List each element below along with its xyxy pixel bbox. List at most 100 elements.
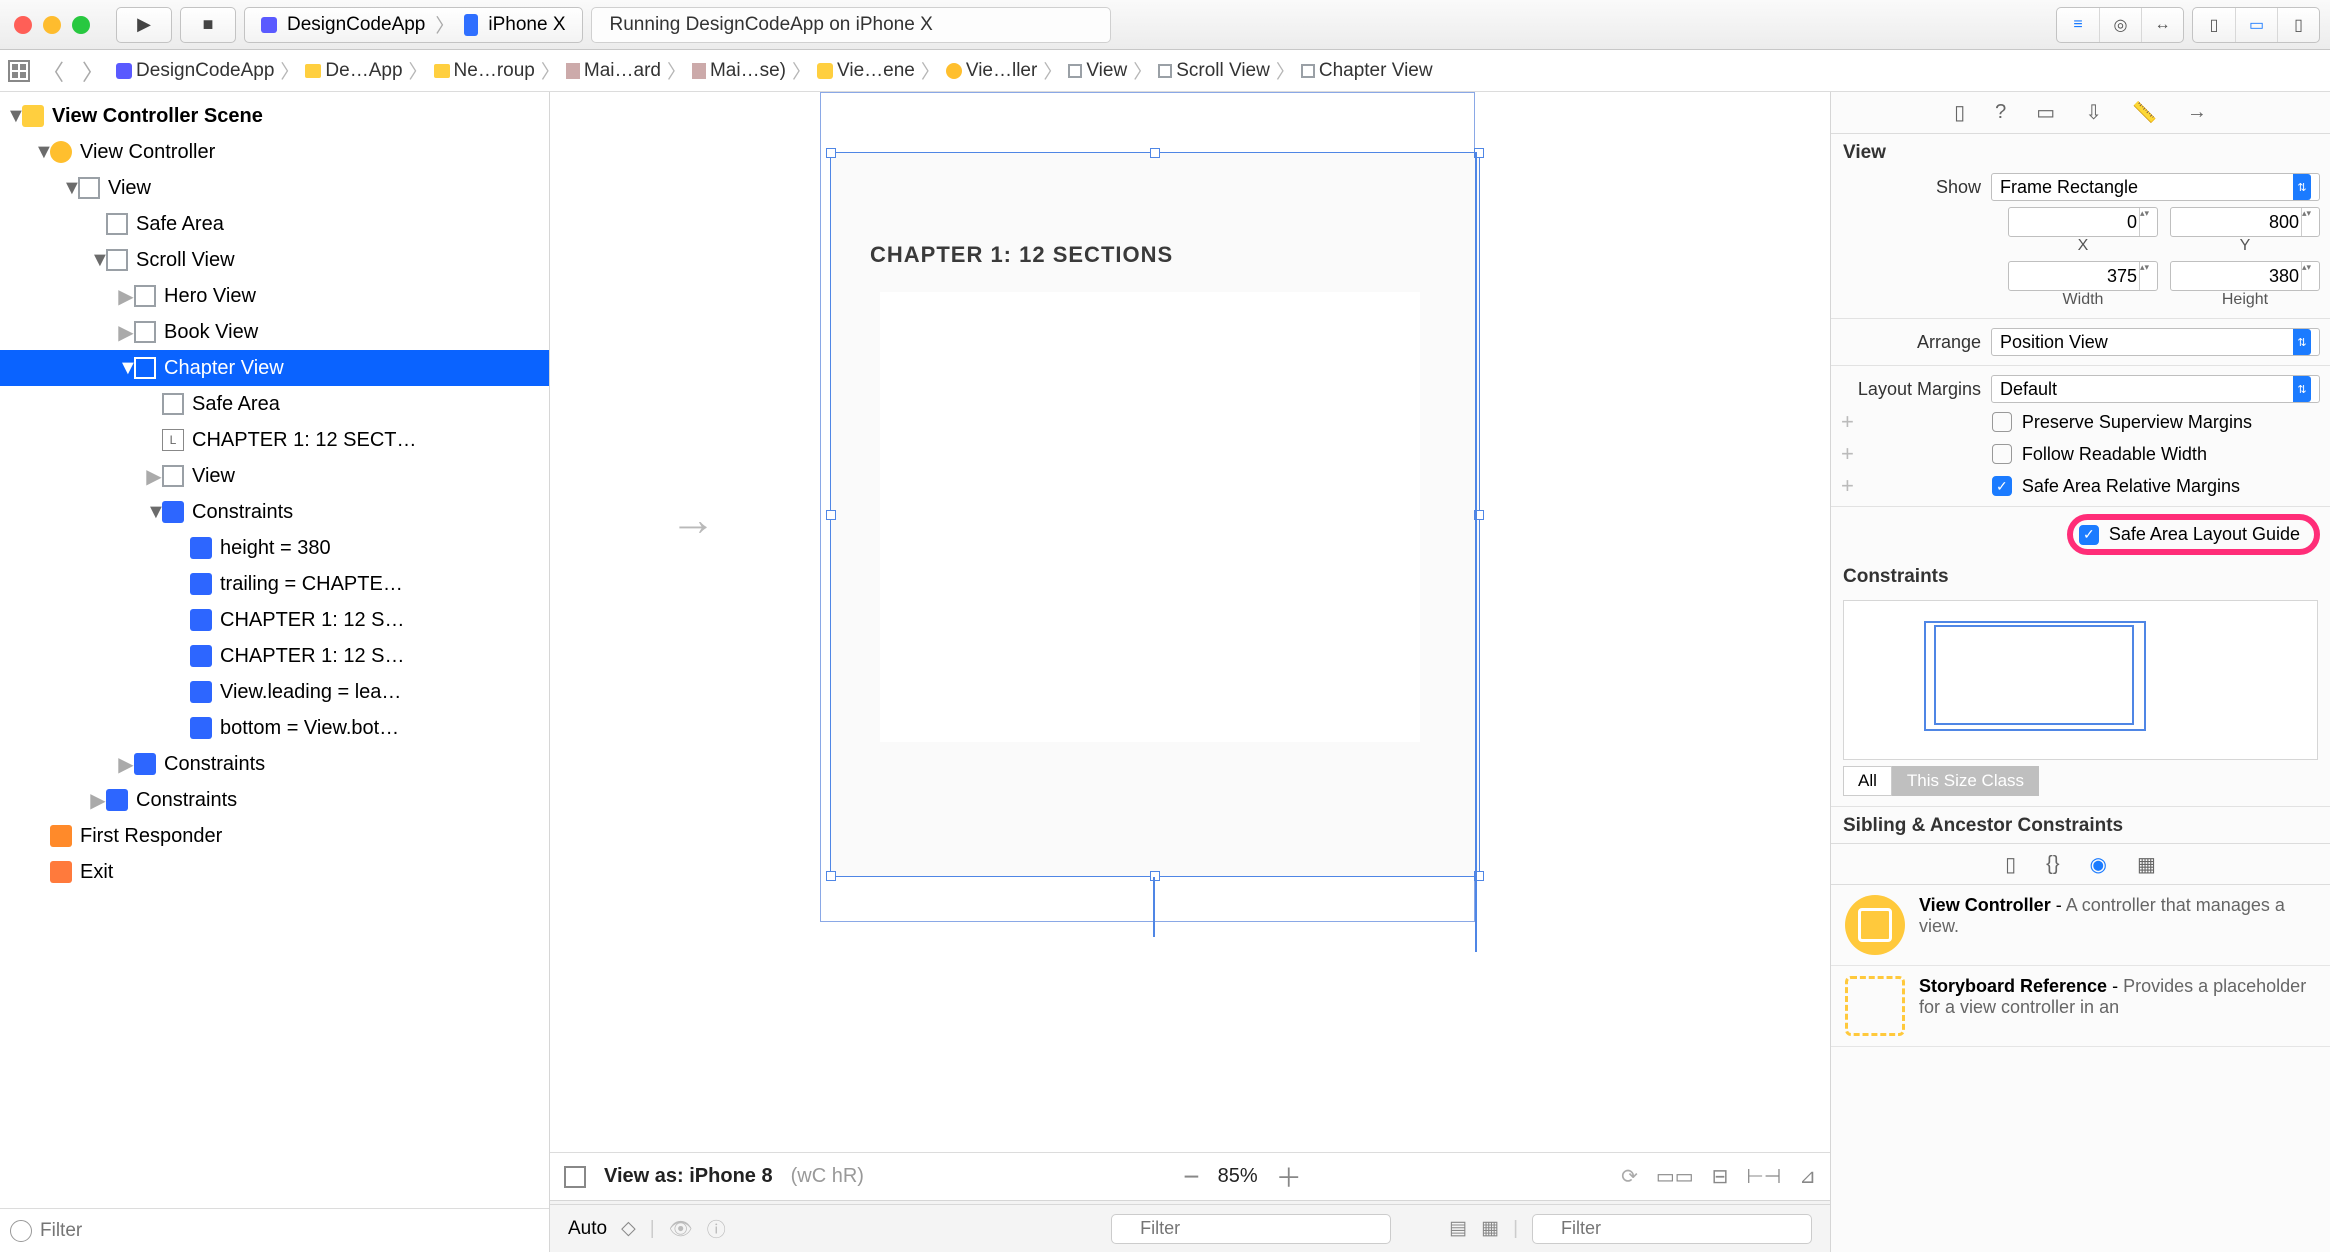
toggle-navigator-icon[interactable]: ▯ bbox=[2193, 8, 2235, 42]
standard-editor-icon[interactable]: ≡ bbox=[2057, 8, 2099, 42]
constraints-filter-segmented[interactable]: All This Size Class bbox=[1843, 766, 2318, 796]
follow-readable-width-checkbox[interactable] bbox=[1992, 444, 2012, 464]
all-button[interactable]: All bbox=[1843, 766, 1892, 796]
add-variation-icon[interactable]: + bbox=[1841, 441, 1854, 467]
tree-item[interactable]: Exit bbox=[80, 861, 113, 884]
variables-filter-input[interactable] bbox=[1111, 1214, 1391, 1244]
tree-item[interactable]: Constraints bbox=[164, 753, 265, 776]
zoom-level[interactable]: 85% bbox=[1218, 1165, 1258, 1188]
jumpbar-item[interactable]: Chapter View bbox=[1301, 60, 1433, 82]
tree-item[interactable]: Hero View bbox=[164, 285, 256, 308]
variables-scope[interactable]: Auto bbox=[568, 1218, 607, 1240]
file-inspector-icon[interactable]: ▯ bbox=[1954, 100, 1965, 125]
add-variation-icon[interactable]: + bbox=[1841, 473, 1854, 499]
arrange-select[interactable]: Position View⇅ bbox=[1991, 328, 2320, 356]
show-select[interactable]: Frame Rectangle⇅ bbox=[1991, 173, 2320, 201]
tree-item-selected[interactable]: ▼Chapter View bbox=[0, 350, 549, 386]
tree-item[interactable]: View Controller bbox=[80, 141, 215, 164]
tree-item[interactable]: CHAPTER 1: 12 SECT… bbox=[192, 429, 417, 452]
close-window-icon[interactable] bbox=[14, 16, 32, 34]
jumpbar-item[interactable]: Mai…se) bbox=[692, 60, 786, 82]
jumpbar-item[interactable]: Ne…roup bbox=[434, 60, 535, 82]
safe-area-relative-margins-checkbox[interactable]: ✓ bbox=[1992, 476, 2012, 496]
x-field[interactable]: 0▴▾ bbox=[2008, 207, 2158, 237]
identity-inspector-icon[interactable]: ▭ bbox=[2036, 100, 2055, 125]
tree-item[interactable]: Constraints bbox=[136, 789, 237, 812]
jumpbar-item[interactable]: DesignCodeApp bbox=[116, 60, 274, 82]
canvas-scroll[interactable]: CHAPTER 1: 12 SECTIONS → bbox=[550, 92, 1830, 1152]
update-frames-icon[interactable]: ⟳ bbox=[1621, 1164, 1638, 1189]
resolve-issues-icon[interactable]: ⊿ bbox=[1799, 1164, 1816, 1189]
nav-forward-icon[interactable]: 〉 bbox=[76, 55, 110, 87]
constraints-diagram[interactable] bbox=[1843, 600, 2318, 760]
tree-item[interactable]: Safe Area bbox=[192, 393, 280, 416]
tree-item[interactable]: First Responder bbox=[80, 825, 222, 848]
attributes-inspector-icon[interactable]: ⇩ bbox=[2085, 100, 2102, 125]
library-item[interactable]: View Controller - A controller that mana… bbox=[1831, 885, 2330, 966]
tree-item[interactable]: Scroll View bbox=[136, 249, 235, 272]
jumpbar-item[interactable]: Vie…ene bbox=[817, 60, 915, 82]
toggle-outline-icon[interactable] bbox=[564, 1166, 586, 1188]
console-grid-icon[interactable]: ▦ bbox=[1481, 1217, 1499, 1240]
tree-item[interactable]: trailing = CHAPTE… bbox=[220, 573, 403, 596]
width-field[interactable]: 375▴▾ bbox=[2008, 261, 2158, 291]
jumpbar-item[interactable]: Mai…ard bbox=[566, 60, 661, 82]
jumpbar-item[interactable]: Scroll View bbox=[1158, 60, 1270, 82]
run-button[interactable]: ▶ bbox=[116, 7, 172, 43]
editor-mode-segmented[interactable]: ≡ ◎ ↔ bbox=[2056, 7, 2184, 43]
inner-view[interactable] bbox=[880, 292, 1420, 742]
console-view-mode-icon[interactable]: ▤ bbox=[1449, 1217, 1467, 1240]
preserve-superview-margins-checkbox[interactable] bbox=[1992, 412, 2012, 432]
tree-item[interactable]: View.leading = lea… bbox=[220, 681, 401, 704]
safe-area-layout-guide-checkbox[interactable]: ✓ bbox=[2079, 525, 2099, 545]
version-editor-icon[interactable]: ↔ bbox=[2141, 8, 2183, 42]
nav-back-icon[interactable]: 〈 bbox=[36, 55, 70, 87]
add-variation-icon[interactable]: + bbox=[1841, 409, 1854, 435]
assistant-editor-icon[interactable]: ◎ bbox=[2099, 8, 2141, 42]
minimize-window-icon[interactable] bbox=[43, 16, 61, 34]
height-field[interactable]: 380▴▾ bbox=[2170, 261, 2320, 291]
tree-item[interactable]: CHAPTER 1: 12 S… bbox=[220, 609, 405, 632]
file-template-library-icon[interactable]: ▯ bbox=[2005, 852, 2016, 877]
align-icon[interactable]: ⊟ bbox=[1712, 1164, 1729, 1189]
jumpbar-item[interactable]: De…App bbox=[305, 60, 402, 82]
tree-item[interactable]: bottom = View.bot… bbox=[220, 717, 399, 740]
toggle-debug-icon[interactable]: ▭ bbox=[2235, 8, 2277, 42]
zoom-window-icon[interactable] bbox=[72, 16, 90, 34]
tree-item[interactable]: Constraints bbox=[192, 501, 293, 524]
this-size-class-button[interactable]: This Size Class bbox=[1892, 766, 2039, 796]
library-item[interactable]: Storyboard Reference - Provides a placeh… bbox=[1831, 966, 2330, 1047]
tree-item[interactable]: View bbox=[192, 465, 235, 488]
outline-filter-input[interactable] bbox=[40, 1220, 539, 1242]
related-items-icon[interactable] bbox=[8, 60, 30, 82]
jumpbar-item[interactable]: View bbox=[1068, 60, 1127, 82]
object-library-icon[interactable]: ◉ bbox=[2090, 852, 2107, 877]
chapter-label[interactable]: CHAPTER 1: 12 SECTIONS bbox=[870, 242, 1173, 268]
layout-margins-select[interactable]: Default⇅ bbox=[1991, 375, 2320, 403]
panel-visibility-segmented[interactable]: ▯ ▭ ▯ bbox=[2192, 7, 2320, 43]
zoom-out-button[interactable]: − bbox=[1183, 1161, 1199, 1193]
toggle-inspector-icon[interactable]: ▯ bbox=[2277, 8, 2319, 42]
quicklook-icon[interactable]: 👁 bbox=[669, 1217, 693, 1241]
zoom-in-button[interactable]: ＋ bbox=[1276, 1158, 1302, 1195]
media-library-icon[interactable]: ▦ bbox=[2137, 852, 2156, 877]
code-snippet-library-icon[interactable]: {} bbox=[2046, 853, 2059, 876]
tree-item[interactable]: Book View bbox=[164, 321, 258, 344]
scene-label[interactable]: View Controller Scene bbox=[52, 105, 263, 128]
embed-in-icon[interactable]: ▭▭ bbox=[1656, 1164, 1694, 1189]
connections-inspector-icon[interactable]: → bbox=[2187, 101, 2207, 124]
tree-item[interactable]: CHAPTER 1: 12 S… bbox=[220, 645, 405, 668]
tree-item[interactable]: View bbox=[108, 177, 151, 200]
view-as-label[interactable]: View as: iPhone 8 bbox=[604, 1165, 773, 1188]
y-field[interactable]: 800▴▾ bbox=[2170, 207, 2320, 237]
pin-icon[interactable]: ⊢⊣ bbox=[1746, 1164, 1781, 1189]
stop-button[interactable]: ■ bbox=[180, 7, 236, 43]
print-description-icon[interactable]: ⓘ bbox=[707, 1215, 726, 1242]
library-filter-input[interactable] bbox=[1532, 1214, 1812, 1244]
tree-item[interactable]: Safe Area bbox=[136, 213, 224, 236]
quick-help-icon[interactable]: ? bbox=[1995, 101, 2006, 124]
size-inspector-icon[interactable]: 📏 bbox=[2132, 100, 2157, 125]
scheme-selector[interactable]: DesignCodeApp 〉 iPhone X bbox=[244, 7, 583, 43]
tree-item[interactable]: height = 380 bbox=[220, 537, 331, 560]
jumpbar-item[interactable]: Vie…ller bbox=[946, 60, 1037, 82]
